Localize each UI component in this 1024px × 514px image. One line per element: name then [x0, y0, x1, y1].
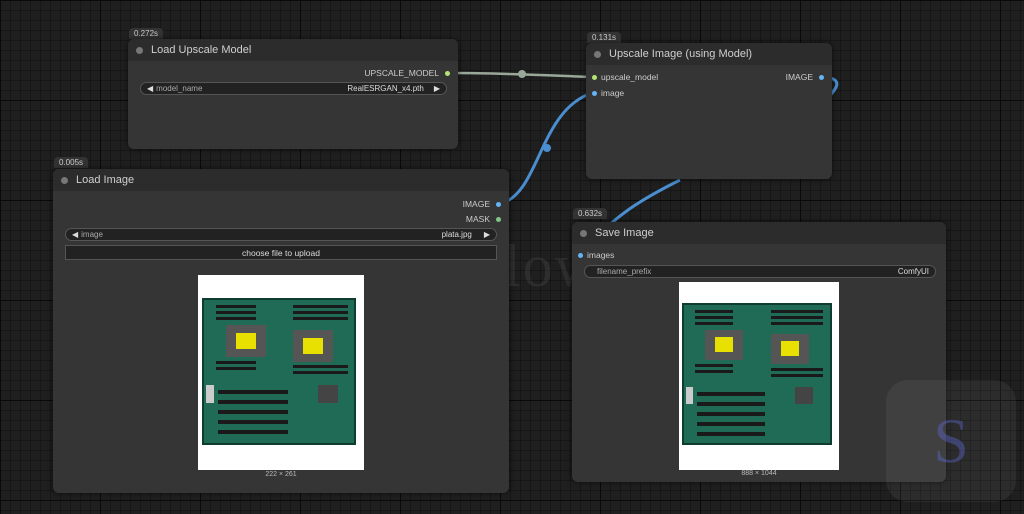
- collapse-dot-icon[interactable]: [594, 50, 601, 58]
- wire-image-to-upscale: [502, 91, 593, 205]
- widget-label: model_name: [156, 84, 203, 93]
- socket-icon[interactable]: [819, 74, 824, 80]
- input-label: upscale_model: [601, 72, 659, 82]
- node-load-upscale-model[interactable]: Load Upscale Model UPSCALE_MODEL ◀ model…: [128, 39, 458, 149]
- input-image[interactable]: image: [592, 88, 624, 98]
- arrow-left-icon[interactable]: ◀: [147, 84, 153, 93]
- socket-icon[interactable]: [578, 252, 583, 258]
- choose-file-button[interactable]: choose file to upload: [65, 245, 497, 260]
- output-image[interactable]: IMAGE: [463, 199, 501, 209]
- preview-size-label: 222 × 261: [265, 471, 297, 478]
- collapse-dot-icon[interactable]: [61, 176, 68, 184]
- node-title: Load Image: [76, 174, 135, 186]
- output-label: UPSCALE_MODEL: [364, 68, 439, 78]
- node-timing: 0.632s: [573, 208, 608, 219]
- logo-letter: S: [933, 405, 969, 476]
- brand-logo: S: [886, 380, 1016, 502]
- image-preview: [198, 275, 364, 470]
- node-title: Load Upscale Model: [151, 44, 252, 56]
- node-header[interactable]: Load Image: [53, 169, 509, 191]
- collapse-dot-icon[interactable]: [580, 229, 587, 237]
- widget-label: image: [81, 230, 103, 239]
- input-upscale-model[interactable]: upscale_model: [592, 72, 658, 82]
- node-header[interactable]: Load Upscale Model: [128, 39, 458, 61]
- wire-midpoint-handle: [518, 70, 526, 78]
- preview-size-label: 888 × 1044: [741, 470, 777, 477]
- node-title: Save Image: [595, 227, 654, 239]
- node-graph-canvas[interactable]: ServerFlow 0.272s Load Upscale Model UPS…: [0, 0, 1024, 514]
- wire-upscale-model: [451, 71, 593, 79]
- collapse-dot-icon[interactable]: [136, 46, 143, 54]
- arrow-right-icon[interactable]: ▶: [484, 230, 490, 239]
- node-timing: 0.272s: [129, 28, 164, 39]
- output-image[interactable]: IMAGE: [786, 72, 824, 82]
- output-label: MASK: [465, 214, 490, 224]
- arrow-left-icon[interactable]: ◀: [72, 230, 78, 239]
- input-label: images: [587, 250, 615, 260]
- motherboard-image: [682, 303, 832, 445]
- widget-value: plata.jpg: [441, 230, 472, 239]
- output-label: IMAGE: [462, 199, 490, 209]
- input-images[interactable]: images: [578, 250, 614, 260]
- socket-icon[interactable]: [496, 201, 501, 207]
- model-name-combo[interactable]: ◀ model_name RealESRGAN_x4.pth ▶: [140, 82, 447, 95]
- wire-midpoint-handle: [543, 144, 551, 152]
- node-header[interactable]: Upscale Image (using Model): [586, 43, 832, 65]
- node-load-image[interactable]: Load Image IMAGE MASK ◀ image plata.jpg …: [53, 169, 509, 493]
- image-combo[interactable]: ◀ image plata.jpg ▶: [65, 228, 497, 241]
- image-preview: [679, 282, 839, 470]
- widget-label: filename_prefix: [597, 267, 652, 276]
- socket-icon[interactable]: [445, 70, 450, 76]
- widget-value: RealESRGAN_x4.pth: [347, 84, 424, 93]
- motherboard-image: [202, 298, 356, 445]
- filename-prefix-field[interactable]: filename_prefix ComfyUI: [584, 265, 936, 278]
- node-title: Upscale Image (using Model): [609, 48, 753, 60]
- node-timing: 0.005s: [54, 157, 89, 168]
- node-header[interactable]: Save Image: [572, 222, 946, 244]
- output-mask[interactable]: MASK: [466, 214, 501, 224]
- input-label: image: [601, 88, 625, 98]
- arrow-right-icon[interactable]: ▶: [434, 84, 440, 93]
- output-label: IMAGE: [785, 72, 813, 82]
- node-timing: 0.131s: [587, 32, 622, 43]
- socket-icon[interactable]: [592, 90, 597, 96]
- socket-icon[interactable]: [496, 216, 501, 222]
- node-upscale-image[interactable]: Upscale Image (using Model) upscale_mode…: [586, 43, 832, 179]
- output-upscale-model[interactable]: UPSCALE_MODEL: [364, 68, 450, 78]
- socket-icon[interactable]: [592, 74, 597, 80]
- widget-value: ComfyUI: [897, 267, 929, 276]
